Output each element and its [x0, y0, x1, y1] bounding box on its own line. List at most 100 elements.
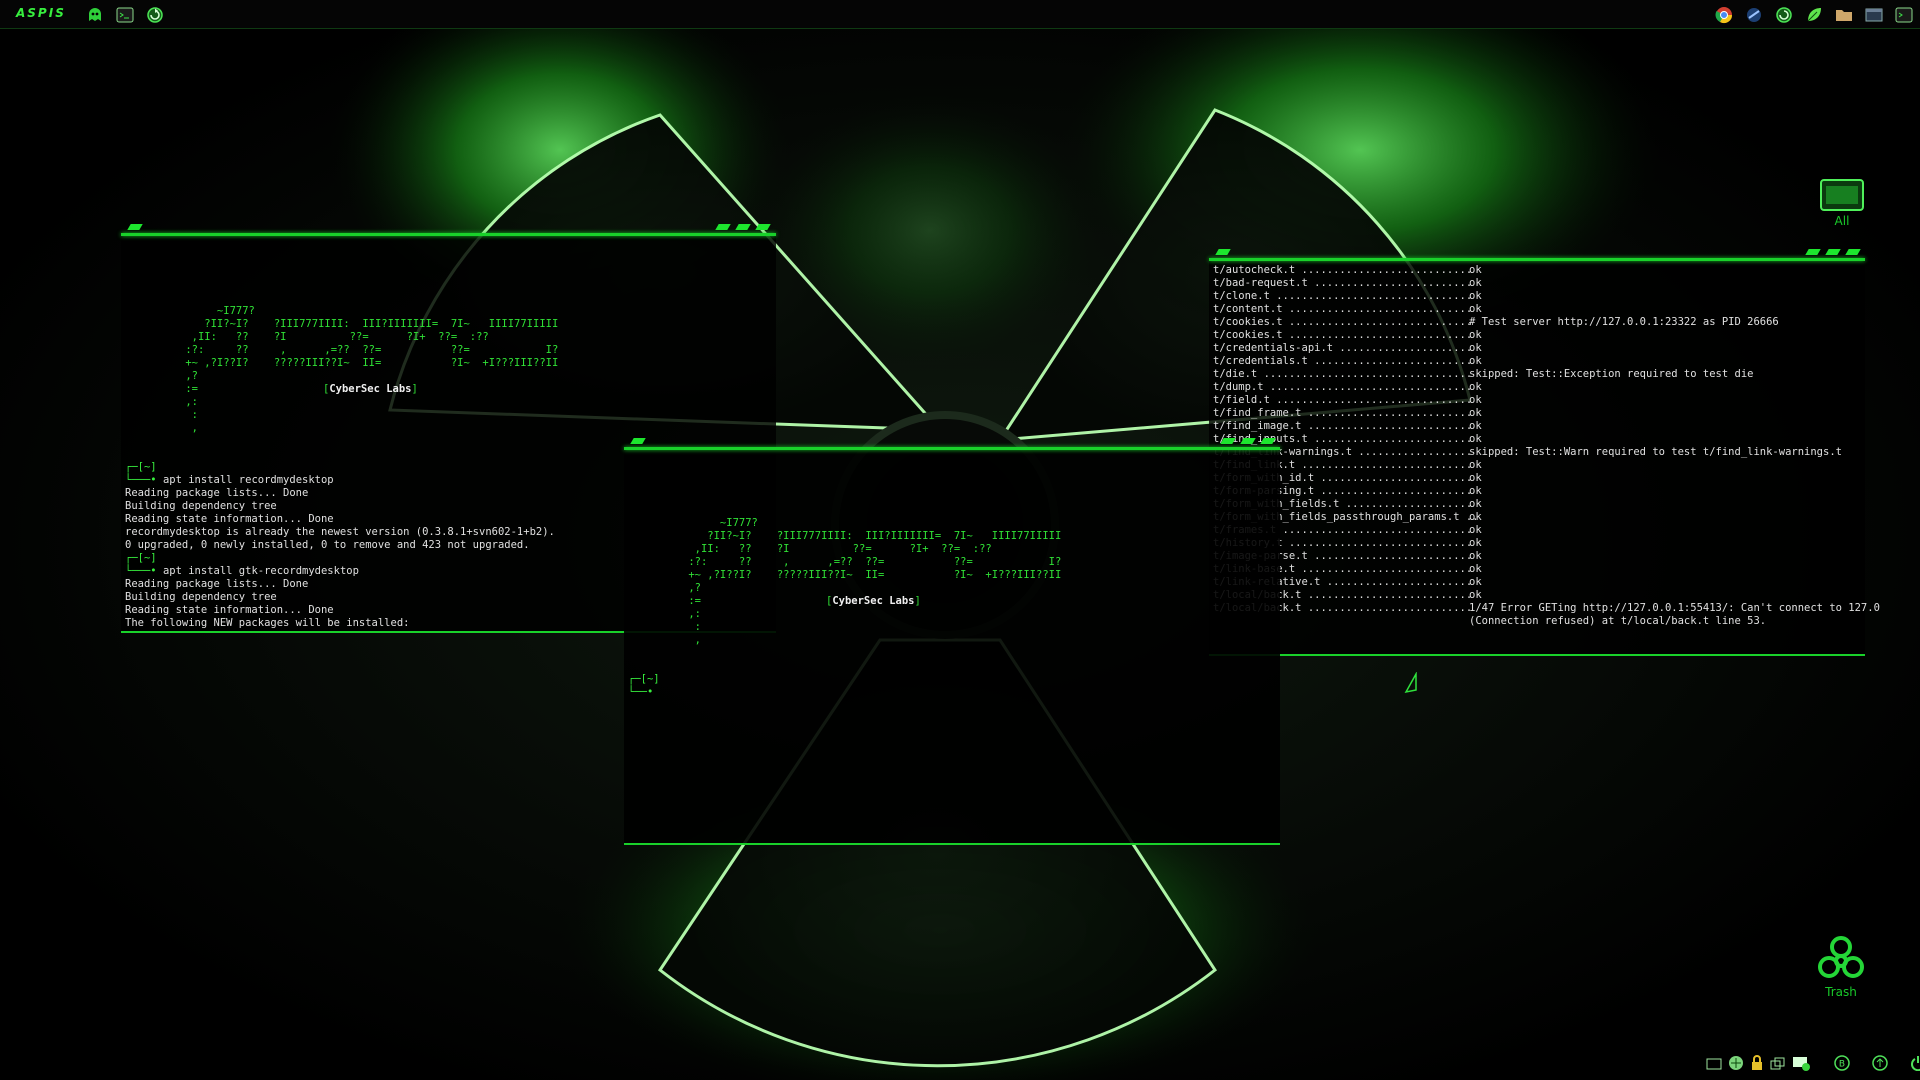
display-icon[interactable]	[1792, 1055, 1810, 1075]
prompt-path: [~]	[640, 673, 660, 685]
test-result-line: t/form_with_id.t .......................…	[1213, 472, 1880, 485]
test-name: t/cookies.t ............................…	[1213, 316, 1473, 328]
test-result-line: (Connection refused) at t/local/back.t l…	[1213, 615, 1880, 628]
test-result: ok	[1469, 511, 1482, 523]
test-result: ok	[1469, 433, 1482, 445]
network-icon[interactable]	[1728, 1055, 1744, 1075]
window-titlebar[interactable]	[1209, 258, 1865, 261]
window-border	[1209, 654, 1865, 656]
test-result: ok	[1469, 485, 1482, 497]
test-result-line: t/find_frame.t .........................…	[1213, 407, 1880, 420]
window-border	[624, 843, 1280, 845]
leaf-icon[interactable]	[1805, 6, 1823, 24]
test-name: t/content.t ............................…	[1213, 303, 1473, 315]
test-name: t/bad-request.t ........................…	[1213, 277, 1473, 289]
terminal-line: └───• apt install recordmydesktop	[125, 474, 555, 487]
test-result-line: t/form_with_fields_passthrough_params.t …	[1213, 511, 1880, 524]
desktop-icon-all[interactable]: All	[1818, 176, 1866, 228]
terminal-prompt[interactable]: ┌─[~] └──•	[628, 673, 660, 699]
test-name: t/dump.t ...............................…	[1213, 381, 1473, 393]
test-result: # Test server http://127.0.0.1:23322 as …	[1469, 316, 1779, 328]
ascii-art-banner: ~I777? ?II?~I? ?III777IIII: III?IIIIIII=…	[688, 517, 1062, 646]
test-result-line: t/link-base.t ..........................…	[1213, 563, 1880, 576]
test-result-line: t/content.t ............................…	[1213, 303, 1880, 316]
window-titlebar[interactable]	[121, 233, 776, 236]
window-icon[interactable]	[1865, 6, 1883, 24]
command-text: apt install recordmydesktop	[162, 474, 334, 486]
terminal-icon[interactable]	[116, 6, 134, 24]
test-result-line: t/find_inputs.t ........................…	[1213, 433, 1880, 446]
test-result-line: t/find_image.t .........................…	[1213, 420, 1880, 433]
terminal-line: The following NEW packages will be insta…	[125, 617, 410, 629]
test-name: t/field.t ..............................…	[1213, 394, 1473, 406]
test-result: (Connection refused) at t/local/back.t l…	[1469, 615, 1767, 627]
test-result: ok	[1469, 303, 1482, 315]
test-result-line: t/die.t ................................…	[1213, 368, 1880, 381]
test-result: ok	[1469, 264, 1482, 276]
test-result-line: t/autocheck.t ..........................…	[1213, 264, 1880, 277]
test-name: t/cookies.t ............................…	[1213, 329, 1473, 341]
test-result-line: t/field.t ..............................…	[1213, 394, 1880, 407]
folder-icon	[1820, 179, 1864, 211]
desktop-icon-label: All	[1834, 214, 1850, 228]
app-icon[interactable]	[1745, 6, 1763, 24]
prompt-arrow: └───•	[125, 565, 163, 577]
refresh-icon[interactable]	[1775, 6, 1793, 24]
folder-icon[interactable]	[1835, 6, 1853, 24]
vpn-icon[interactable]	[1872, 1055, 1888, 1075]
prompt-path: [~]	[137, 461, 157, 473]
chrome-icon[interactable]	[1715, 6, 1733, 24]
window-titlebar[interactable]	[624, 447, 1280, 450]
windows-icon[interactable]	[1770, 1056, 1786, 1075]
test-result-line: t/form-parsing.t .......................…	[1213, 485, 1880, 498]
top-panel: ASPIS	[0, 0, 1920, 29]
test-result-line: t/find_link.t ..........................…	[1213, 459, 1880, 472]
system-tray: B	[1706, 1055, 1920, 1075]
prompt-path: [~]	[137, 552, 157, 564]
prompt-arrow: └───•	[125, 474, 163, 486]
test-result-line: t/image-parse.t ........................…	[1213, 550, 1880, 563]
prompt-corner-icon: ┌─	[125, 552, 138, 564]
test-result: ok	[1469, 459, 1482, 471]
test-result-line: t/cookies.t ............................…	[1213, 329, 1880, 342]
power-icon[interactable]	[1910, 1055, 1920, 1075]
test-result: ok	[1469, 550, 1482, 562]
test-name: t/clone.t ..............................…	[1213, 290, 1473, 302]
terminal-line: Reading state information... Done	[125, 513, 334, 525]
desktop-icon-trash[interactable]: Trash	[1815, 935, 1867, 999]
test-result: skipped: Test::Warn required to test t/f…	[1469, 446, 1842, 458]
terminal-line: Reading package lists... Done	[125, 487, 309, 499]
terminal-line: └───• apt install gtk-recordmydesktop	[125, 565, 555, 578]
terminal-window-center[interactable]: ~I777? ?II?~I? ?III777IIII: III?IIIIIII=…	[624, 438, 1280, 845]
terminal-window-right[interactable]: t/autocheck.t ..........................…	[1209, 249, 1880, 656]
test-result: skipped: Test::Exception required to tes…	[1469, 368, 1754, 380]
brand-label: [CyberSec Labs]	[323, 383, 418, 395]
test-result-line: t/link-relative.t ......................…	[1213, 576, 1880, 589]
terminal-line: Building dependency tree	[125, 591, 277, 603]
prompt-corner-icon: ┌─	[628, 673, 641, 685]
terminal-output[interactable]: ┌─[~] └───• apt install recordmydesktop Re…	[125, 461, 555, 630]
folder-icon[interactable]	[1706, 1056, 1722, 1075]
test-result: ok	[1469, 329, 1482, 341]
terminal-line: recordmydesktop is already the newest ve…	[125, 526, 555, 538]
refresh-icon[interactable]	[146, 6, 164, 24]
lock-icon[interactable]	[1750, 1055, 1764, 1075]
distro-logo[interactable]: ASPIS	[16, 6, 66, 20]
ghost-icon[interactable]	[86, 6, 104, 24]
terminal-icon[interactable]	[1895, 6, 1913, 24]
test-result: ok	[1469, 290, 1482, 302]
test-name: t/autocheck.t ..........................…	[1213, 264, 1473, 276]
prompt-corner-icon: ┌─	[125, 461, 138, 473]
test-result: ok	[1469, 420, 1482, 432]
test-result-line: t/frames.t .............................…	[1213, 524, 1880, 537]
test-output[interactable]: t/autocheck.t ..........................…	[1213, 264, 1880, 628]
test-result: ok	[1469, 498, 1482, 510]
terminal-line: Reading package lists... Done	[125, 578, 309, 590]
prompt-arrow: └──•	[628, 686, 654, 698]
desktop-icon-label: Trash	[1825, 985, 1857, 999]
test-result-line: t/dump.t ...............................…	[1213, 381, 1880, 394]
test-result: 1/47 Error GETing http://127.0.0.1:55413…	[1469, 602, 1880, 614]
p2p-icon[interactable]: B	[1834, 1055, 1850, 1075]
terminal-line: 0 upgraded, 0 newly installed, 0 to remo…	[125, 539, 530, 551]
command-text: apt install gtk-recordmydesktop	[162, 565, 359, 577]
